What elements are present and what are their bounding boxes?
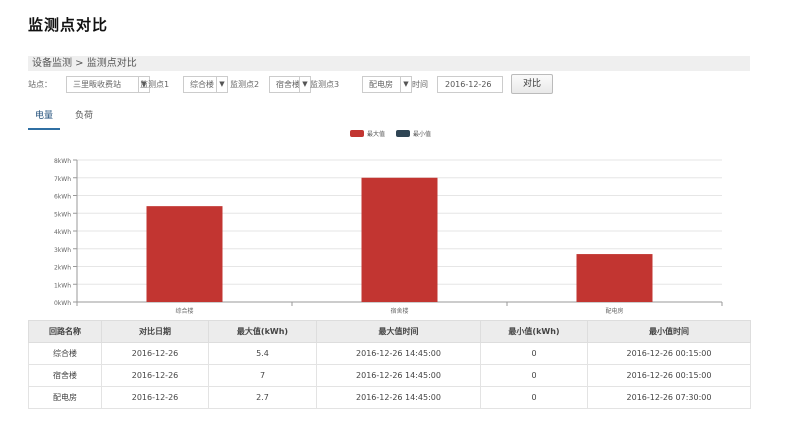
chevron-down-icon: ▼ [299,77,310,92]
chevron-down-icon: ▼ [216,77,227,92]
point3-select[interactable]: 配电房 ▼ [362,76,412,93]
y-tick-label: 4kWh [54,229,71,236]
table-cell: 配电房 [28,386,102,409]
column-header: 最小值时间 [587,320,751,343]
station-select-value: 三里畈收费站 [73,80,121,89]
legend-swatch-min [396,130,410,137]
bar-max [146,206,223,302]
point3-select-value: 配电房 [369,80,393,89]
point2-select-value: 宿舍楼 [276,80,300,89]
time-label: 时间 [412,80,428,89]
table-cell: 2016-12-26 00:15:00 [587,342,751,365]
point2-select[interactable]: 宿舍楼 ▼ [269,76,311,93]
table-cell: 2016-12-26 [101,342,209,365]
table-cell: 2016-12-26 00:15:00 [587,364,751,387]
table-cell: 2.7 [208,386,317,409]
y-tick-label: 0kWh [54,300,71,307]
table-cell: 2016-12-26 14:45:00 [316,386,481,409]
table-cell: 2016-12-26 14:45:00 [316,342,481,365]
point1-select-value: 综合楼 [190,80,214,89]
y-tick-label: 2kWh [54,265,71,272]
table-cell: 2016-12-26 14:45:00 [316,364,481,387]
compare-button[interactable]: 对比 [511,74,553,94]
table-cell: 2016-12-26 [101,364,209,387]
table-cell: 0 [480,342,588,365]
bar-chart: 0kWh 1kWh 2kWh 3kWh 4kWh 5kWh 6kWh 7kWh 8kWh 综合楼 宿… [54,130,723,315]
table-cell: 2016-12-26 07:30:00 [587,386,751,409]
table-cell: 2016-12-26 [101,386,209,409]
table-cell: 宿舍楼 [28,364,102,387]
bar-max [576,254,653,302]
column-header: 最大值时间 [316,320,481,343]
x-tick-label: 综合楼 [175,307,193,315]
point3-label: 监测点3 [310,80,340,89]
legend-label-min: 最小值 [413,130,431,138]
y-tick-label: 7kWh [54,176,71,183]
column-header: 对比日期 [101,320,209,343]
table-row[interactable]: 配电房 2016-12-26 2.7 2016-12-26 14:45:00 0 2016… [28,386,751,409]
station-select[interactable]: 三里畈收费站 ▼ [66,76,150,93]
y-tick-label: 5kWh [54,211,71,218]
table-cell: 0 [480,364,588,387]
breadcrumb: 设备监测 > 监测点对比 [28,56,750,71]
chevron-down-icon: ▼ [400,77,411,92]
point2-label: 监测点2 [230,80,260,89]
column-header: 回路名称 [28,320,102,343]
table-cell: 5.4 [208,342,317,365]
y-tick-label: 1kWh [54,282,71,289]
point1-select[interactable]: 综合楼 ▼ [183,76,228,93]
data-table: 回路名称 对比日期 最大值(kWh) 最大值时间 最小值(kWh) 最小值时间 综合楼 20… [28,320,751,409]
x-tick-label: 宿舍楼 [390,307,408,315]
y-tick-label: 8kWh [54,158,71,165]
column-header: 最小值(kWh) [480,320,588,343]
table-cell: 7 [208,364,317,387]
legend-label-max: 最大值 [367,130,385,138]
point1-label: 监测点1 [140,80,170,89]
date-input[interactable]: 2016-12-26 [437,76,503,93]
column-header: 最大值(kWh) [208,320,317,343]
legend-swatch-max [350,130,364,137]
table-row[interactable]: 宿舍楼 2016-12-26 7 2016-12-26 14:45:00 0 2016-1… [28,364,751,387]
table-row[interactable]: 综合楼 2016-12-26 5.4 2016-12-26 14:45:00 0 2016… [28,342,751,365]
table-cell: 0 [480,386,588,409]
x-tick-label: 配电房 [605,307,623,315]
bar-max [361,177,438,302]
station-label: 站点： [28,80,52,89]
y-tick-label: 3kWh [54,247,71,254]
page-title: 监测点对比 [28,16,109,34]
table-cell: 综合楼 [28,342,102,365]
table-header-row: 回路名称 对比日期 最大值(kWh) 最大值时间 最小值(kWh) 最小值时间 [28,320,751,343]
y-tick-label: 6kWh [54,194,71,201]
